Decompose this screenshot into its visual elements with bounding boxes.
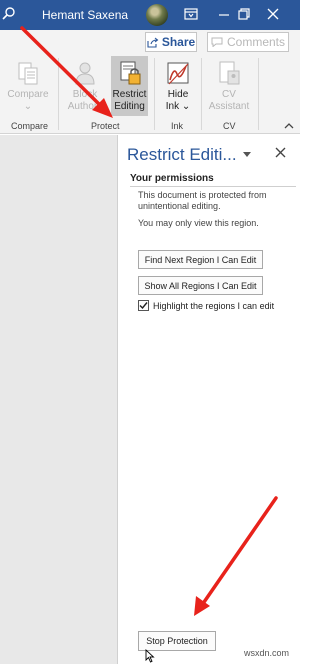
close-window-icon[interactable] xyxy=(266,7,280,21)
comment-icon xyxy=(211,37,223,47)
block-authors-icon xyxy=(75,62,95,85)
restrict-editing-pane: Restrict Editi... Your permissions This … xyxy=(118,135,300,664)
highlight-checkbox[interactable] xyxy=(138,300,149,311)
share-icon xyxy=(147,37,159,48)
minimize-icon[interactable] xyxy=(217,7,231,21)
hide-ink-label-1: Hide xyxy=(167,89,189,100)
restrict-editing-button[interactable]: Restrict Editing xyxy=(111,56,148,116)
cv-label-1: CV xyxy=(222,89,236,100)
block-authors-label-2: Authors xyxy=(67,101,103,112)
hide-ink-label-2: Ink ⌄ xyxy=(165,101,191,112)
group-label-protect: Protect xyxy=(91,121,120,131)
ribbon-display-options-icon[interactable] xyxy=(184,7,198,21)
document-area[interactable] xyxy=(0,135,118,664)
avatar[interactable] xyxy=(146,4,168,26)
highlight-label: Highlight the regions I can edit xyxy=(153,300,275,311)
permissions-heading: Your permissions xyxy=(130,173,214,184)
hide-ink-icon xyxy=(167,62,189,85)
group-separator xyxy=(258,58,259,130)
group-label-ink: Ink xyxy=(171,121,184,131)
group-label-cv: CV xyxy=(223,121,236,131)
hide-ink-button[interactable]: Hide Ink ⌄ xyxy=(160,56,196,116)
group-separator xyxy=(201,58,202,130)
highlight-regions-option[interactable]: Highlight the regions I can edit xyxy=(138,300,274,311)
compare-button[interactable]: Compare ⌄ xyxy=(4,56,52,116)
cv-label-2: Assistant xyxy=(208,101,250,112)
share-button[interactable]: Share xyxy=(145,32,197,52)
view-only-message: You may only view this region. xyxy=(138,218,259,228)
review-ribbon: Compare ⌄ Block Authors Restrict Editing… xyxy=(0,54,300,134)
group-label-compare: Compare xyxy=(11,121,49,131)
user-name[interactable]: Hemant Saxena xyxy=(42,8,128,22)
share-label: Share xyxy=(161,35,196,49)
chevron-down-icon: ⌄ xyxy=(23,101,33,112)
pane-title: Restrict Editi... xyxy=(127,145,237,164)
show-all-regions-button[interactable]: Show All Regions I Can Edit xyxy=(138,276,263,295)
find-next-region-button[interactable]: Find Next Region I Can Edit xyxy=(138,250,263,269)
compare-icon xyxy=(18,62,38,85)
group-separator xyxy=(154,58,155,130)
cv-assistant-icon xyxy=(219,61,240,85)
group-separator xyxy=(58,58,59,130)
block-authors-button[interactable]: Block Authors xyxy=(63,56,107,116)
share-bar: Share Comments xyxy=(0,30,300,54)
comments-button[interactable]: Comments xyxy=(207,32,289,52)
restrict-editing-icon xyxy=(120,61,140,85)
restrict-editing-label-1: Restrict xyxy=(112,89,147,100)
comments-label: Comments xyxy=(226,35,285,49)
divider xyxy=(130,186,296,187)
cv-assistant-button[interactable]: CV Assistant xyxy=(206,56,252,116)
watermark: wsxdn.com xyxy=(244,648,290,658)
title-bar: Hemant Saxena xyxy=(0,0,300,30)
protected-message: This document is protected from unintent… xyxy=(138,190,267,211)
restrict-editing-label-2: Editing xyxy=(114,101,145,112)
restore-icon[interactable] xyxy=(237,7,251,21)
pane-close-icon[interactable] xyxy=(275,147,286,158)
compare-label: Compare xyxy=(7,89,49,100)
pane-options-icon[interactable] xyxy=(242,150,252,158)
collapse-ribbon-icon[interactable] xyxy=(284,122,294,130)
block-authors-label-1: Block xyxy=(72,89,98,100)
checkmark-icon xyxy=(139,302,148,310)
mouse-cursor-icon xyxy=(145,649,155,663)
stop-protection-button[interactable]: Stop Protection xyxy=(138,631,216,651)
search-icon[interactable] xyxy=(2,7,16,21)
